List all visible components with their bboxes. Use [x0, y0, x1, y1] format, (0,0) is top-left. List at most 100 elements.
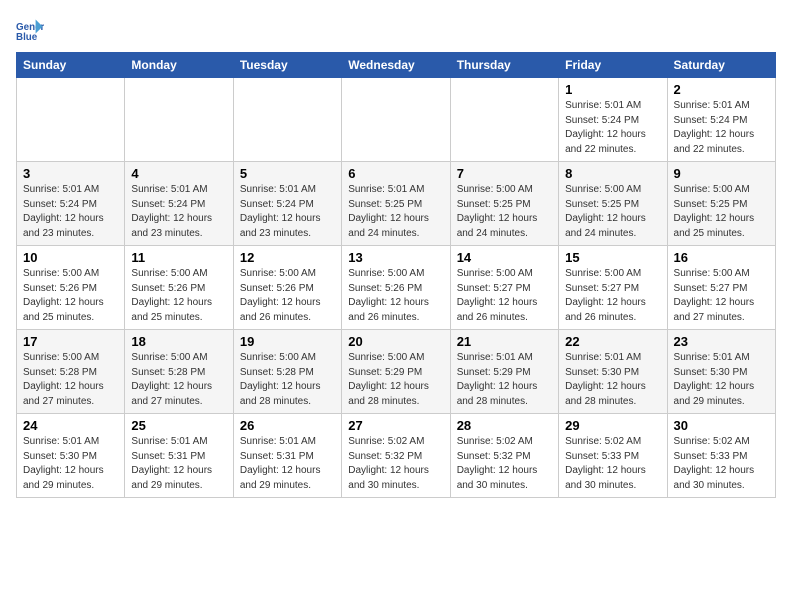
day-info: Sunrise: 5:00 AMSunset: 5:25 PMDaylight:…: [565, 183, 660, 241]
day-number: 6: [348, 166, 443, 181]
day-info: Sunrise: 5:00 AMSunset: 5:25 PMDaylight:…: [457, 183, 552, 241]
day-info: Sunrise: 5:00 AMSunset: 5:26 PMDaylight:…: [348, 267, 443, 325]
calendar-cell: 4 Sunrise: 5:01 AMSunset: 5:24 PMDaylight…: [125, 162, 233, 246]
calendar-week-2: 3 Sunrise: 5:01 AMSunset: 5:24 PMDaylight…: [17, 162, 776, 246]
day-info: Sunrise: 5:01 AMSunset: 5:30 PMDaylight:…: [565, 351, 660, 409]
day-number: 30: [674, 418, 769, 433]
logo-icon: General Blue: [16, 16, 44, 44]
calendar-week-5: 24 Sunrise: 5:01 AMSunset: 5:30 PMDayligh…: [17, 414, 776, 498]
day-info: Sunrise: 5:00 AMSunset: 5:28 PMDaylight:…: [240, 351, 335, 409]
calendar-cell: 19 Sunrise: 5:00 AMSunset: 5:28 PMDayligh…: [233, 330, 341, 414]
day-number: 5: [240, 166, 335, 181]
calendar-cell: [342, 78, 450, 162]
day-info: Sunrise: 5:02 AMSunset: 5:33 PMDaylight:…: [565, 435, 660, 493]
day-info: Sunrise: 5:01 AMSunset: 5:24 PMDaylight:…: [240, 183, 335, 241]
svg-text:Blue: Blue: [16, 32, 38, 43]
day-info: Sunrise: 5:02 AMSunset: 5:33 PMDaylight:…: [674, 435, 769, 493]
day-info: Sunrise: 5:01 AMSunset: 5:25 PMDaylight:…: [348, 183, 443, 241]
day-number: 23: [674, 334, 769, 349]
day-number: 16: [674, 250, 769, 265]
day-info: Sunrise: 5:01 AMSunset: 5:24 PMDaylight:…: [565, 99, 660, 157]
day-number: 26: [240, 418, 335, 433]
day-info: Sunrise: 5:00 AMSunset: 5:28 PMDaylight:…: [23, 351, 118, 409]
day-info: Sunrise: 5:01 AMSunset: 5:24 PMDaylight:…: [674, 99, 769, 157]
calendar-cell: 29 Sunrise: 5:02 AMSunset: 5:33 PMDayligh…: [559, 414, 667, 498]
day-info: Sunrise: 5:02 AMSunset: 5:32 PMDaylight:…: [348, 435, 443, 493]
header-sunday: Sunday: [17, 53, 125, 78]
calendar-cell: 30 Sunrise: 5:02 AMSunset: 5:33 PMDayligh…: [667, 414, 775, 498]
calendar-cell: 7 Sunrise: 5:00 AMSunset: 5:25 PMDaylight…: [450, 162, 558, 246]
day-number: 2: [674, 82, 769, 97]
calendar-cell: 16 Sunrise: 5:00 AMSunset: 5:27 PMDayligh…: [667, 246, 775, 330]
calendar-cell: 3 Sunrise: 5:01 AMSunset: 5:24 PMDaylight…: [17, 162, 125, 246]
calendar-cell: [17, 78, 125, 162]
day-info: Sunrise: 5:00 AMSunset: 5:26 PMDaylight:…: [23, 267, 118, 325]
header-tuesday: Tuesday: [233, 53, 341, 78]
calendar-week-3: 10Sunrise: 5:00 AMSunset: 5:26 PMDayligh…: [17, 246, 776, 330]
day-info: Sunrise: 5:00 AMSunset: 5:26 PMDaylight:…: [131, 267, 226, 325]
calendar-cell: 24 Sunrise: 5:01 AMSunset: 5:30 PMDayligh…: [17, 414, 125, 498]
calendar-header-row: SundayMondayTuesdayWednesdayThursdayFrid…: [17, 53, 776, 78]
day-number: 14: [457, 250, 552, 265]
day-number: 29: [565, 418, 660, 433]
day-info: Sunrise: 5:00 AMSunset: 5:27 PMDaylight:…: [457, 267, 552, 325]
calendar-cell: 6 Sunrise: 5:01 AMSunset: 5:25 PMDaylight…: [342, 162, 450, 246]
day-number: 28: [457, 418, 552, 433]
calendar-cell: 10Sunrise: 5:00 AMSunset: 5:26 PMDayligh…: [17, 246, 125, 330]
page-header: General Blue: [16, 16, 776, 44]
calendar-cell: 12 Sunrise: 5:00 AMSunset: 5:26 PMDayligh…: [233, 246, 341, 330]
day-number: 11: [131, 250, 226, 265]
day-number: 7: [457, 166, 552, 181]
calendar-cell: 25 Sunrise: 5:01 AMSunset: 5:31 PMDayligh…: [125, 414, 233, 498]
day-number: 20: [348, 334, 443, 349]
calendar-cell: 26 Sunrise: 5:01 AMSunset: 5:31 PMDayligh…: [233, 414, 341, 498]
header-monday: Monday: [125, 53, 233, 78]
day-info: Sunrise: 5:01 AMSunset: 5:29 PMDaylight:…: [457, 351, 552, 409]
day-number: 1: [565, 82, 660, 97]
day-number: 21: [457, 334, 552, 349]
day-info: Sunrise: 5:00 AMSunset: 5:29 PMDaylight:…: [348, 351, 443, 409]
day-info: Sunrise: 5:00 AMSunset: 5:27 PMDaylight:…: [565, 267, 660, 325]
calendar-cell: 22 Sunrise: 5:01 AMSunset: 5:30 PMDayligh…: [559, 330, 667, 414]
day-number: 25: [131, 418, 226, 433]
day-info: Sunrise: 5:02 AMSunset: 5:32 PMDaylight:…: [457, 435, 552, 493]
calendar-cell: 1 Sunrise: 5:01 AMSunset: 5:24 PMDaylight…: [559, 78, 667, 162]
calendar-table: SundayMondayTuesdayWednesdayThursdayFrid…: [16, 52, 776, 498]
day-info: Sunrise: 5:00 AMSunset: 5:25 PMDaylight:…: [674, 183, 769, 241]
day-number: 22: [565, 334, 660, 349]
day-info: Sunrise: 5:01 AMSunset: 5:24 PMDaylight:…: [23, 183, 118, 241]
calendar-week-1: 1 Sunrise: 5:01 AMSunset: 5:24 PMDaylight…: [17, 78, 776, 162]
day-number: 8: [565, 166, 660, 181]
calendar-cell: 14 Sunrise: 5:00 AMSunset: 5:27 PMDayligh…: [450, 246, 558, 330]
day-info: Sunrise: 5:00 AMSunset: 5:27 PMDaylight:…: [674, 267, 769, 325]
day-number: 19: [240, 334, 335, 349]
calendar-cell: [233, 78, 341, 162]
calendar-cell: 28 Sunrise: 5:02 AMSunset: 5:32 PMDayligh…: [450, 414, 558, 498]
calendar-cell: 15 Sunrise: 5:00 AMSunset: 5:27 PMDayligh…: [559, 246, 667, 330]
header-saturday: Saturday: [667, 53, 775, 78]
day-info: Sunrise: 5:01 AMSunset: 5:31 PMDaylight:…: [131, 435, 226, 493]
day-number: 9: [674, 166, 769, 181]
day-number: 3: [23, 166, 118, 181]
day-number: 17: [23, 334, 118, 349]
day-info: Sunrise: 5:01 AMSunset: 5:24 PMDaylight:…: [131, 183, 226, 241]
calendar-week-4: 17 Sunrise: 5:00 AMSunset: 5:28 PMDayligh…: [17, 330, 776, 414]
calendar-cell: 20 Sunrise: 5:00 AMSunset: 5:29 PMDayligh…: [342, 330, 450, 414]
calendar-cell: 13Sunrise: 5:00 AMSunset: 5:26 PMDayligh…: [342, 246, 450, 330]
day-number: 24: [23, 418, 118, 433]
calendar-cell: 17 Sunrise: 5:00 AMSunset: 5:28 PMDayligh…: [17, 330, 125, 414]
day-info: Sunrise: 5:01 AMSunset: 5:30 PMDaylight:…: [23, 435, 118, 493]
day-number: 4: [131, 166, 226, 181]
day-info: Sunrise: 5:01 AMSunset: 5:31 PMDaylight:…: [240, 435, 335, 493]
day-number: 12: [240, 250, 335, 265]
calendar-cell: 5 Sunrise: 5:01 AMSunset: 5:24 PMDaylight…: [233, 162, 341, 246]
calendar-cell: 9 Sunrise: 5:00 AMSunset: 5:25 PMDaylight…: [667, 162, 775, 246]
day-info: Sunrise: 5:00 AMSunset: 5:26 PMDaylight:…: [240, 267, 335, 325]
calendar-cell: 23Sunrise: 5:01 AMSunset: 5:30 PMDayligh…: [667, 330, 775, 414]
calendar-cell: 8 Sunrise: 5:00 AMSunset: 5:25 PMDaylight…: [559, 162, 667, 246]
calendar-cell: 27Sunrise: 5:02 AMSunset: 5:32 PMDayligh…: [342, 414, 450, 498]
day-number: 18: [131, 334, 226, 349]
day-number: 15: [565, 250, 660, 265]
calendar-cell: 11 Sunrise: 5:00 AMSunset: 5:26 PMDayligh…: [125, 246, 233, 330]
calendar-cell: 21 Sunrise: 5:01 AMSunset: 5:29 PMDayligh…: [450, 330, 558, 414]
